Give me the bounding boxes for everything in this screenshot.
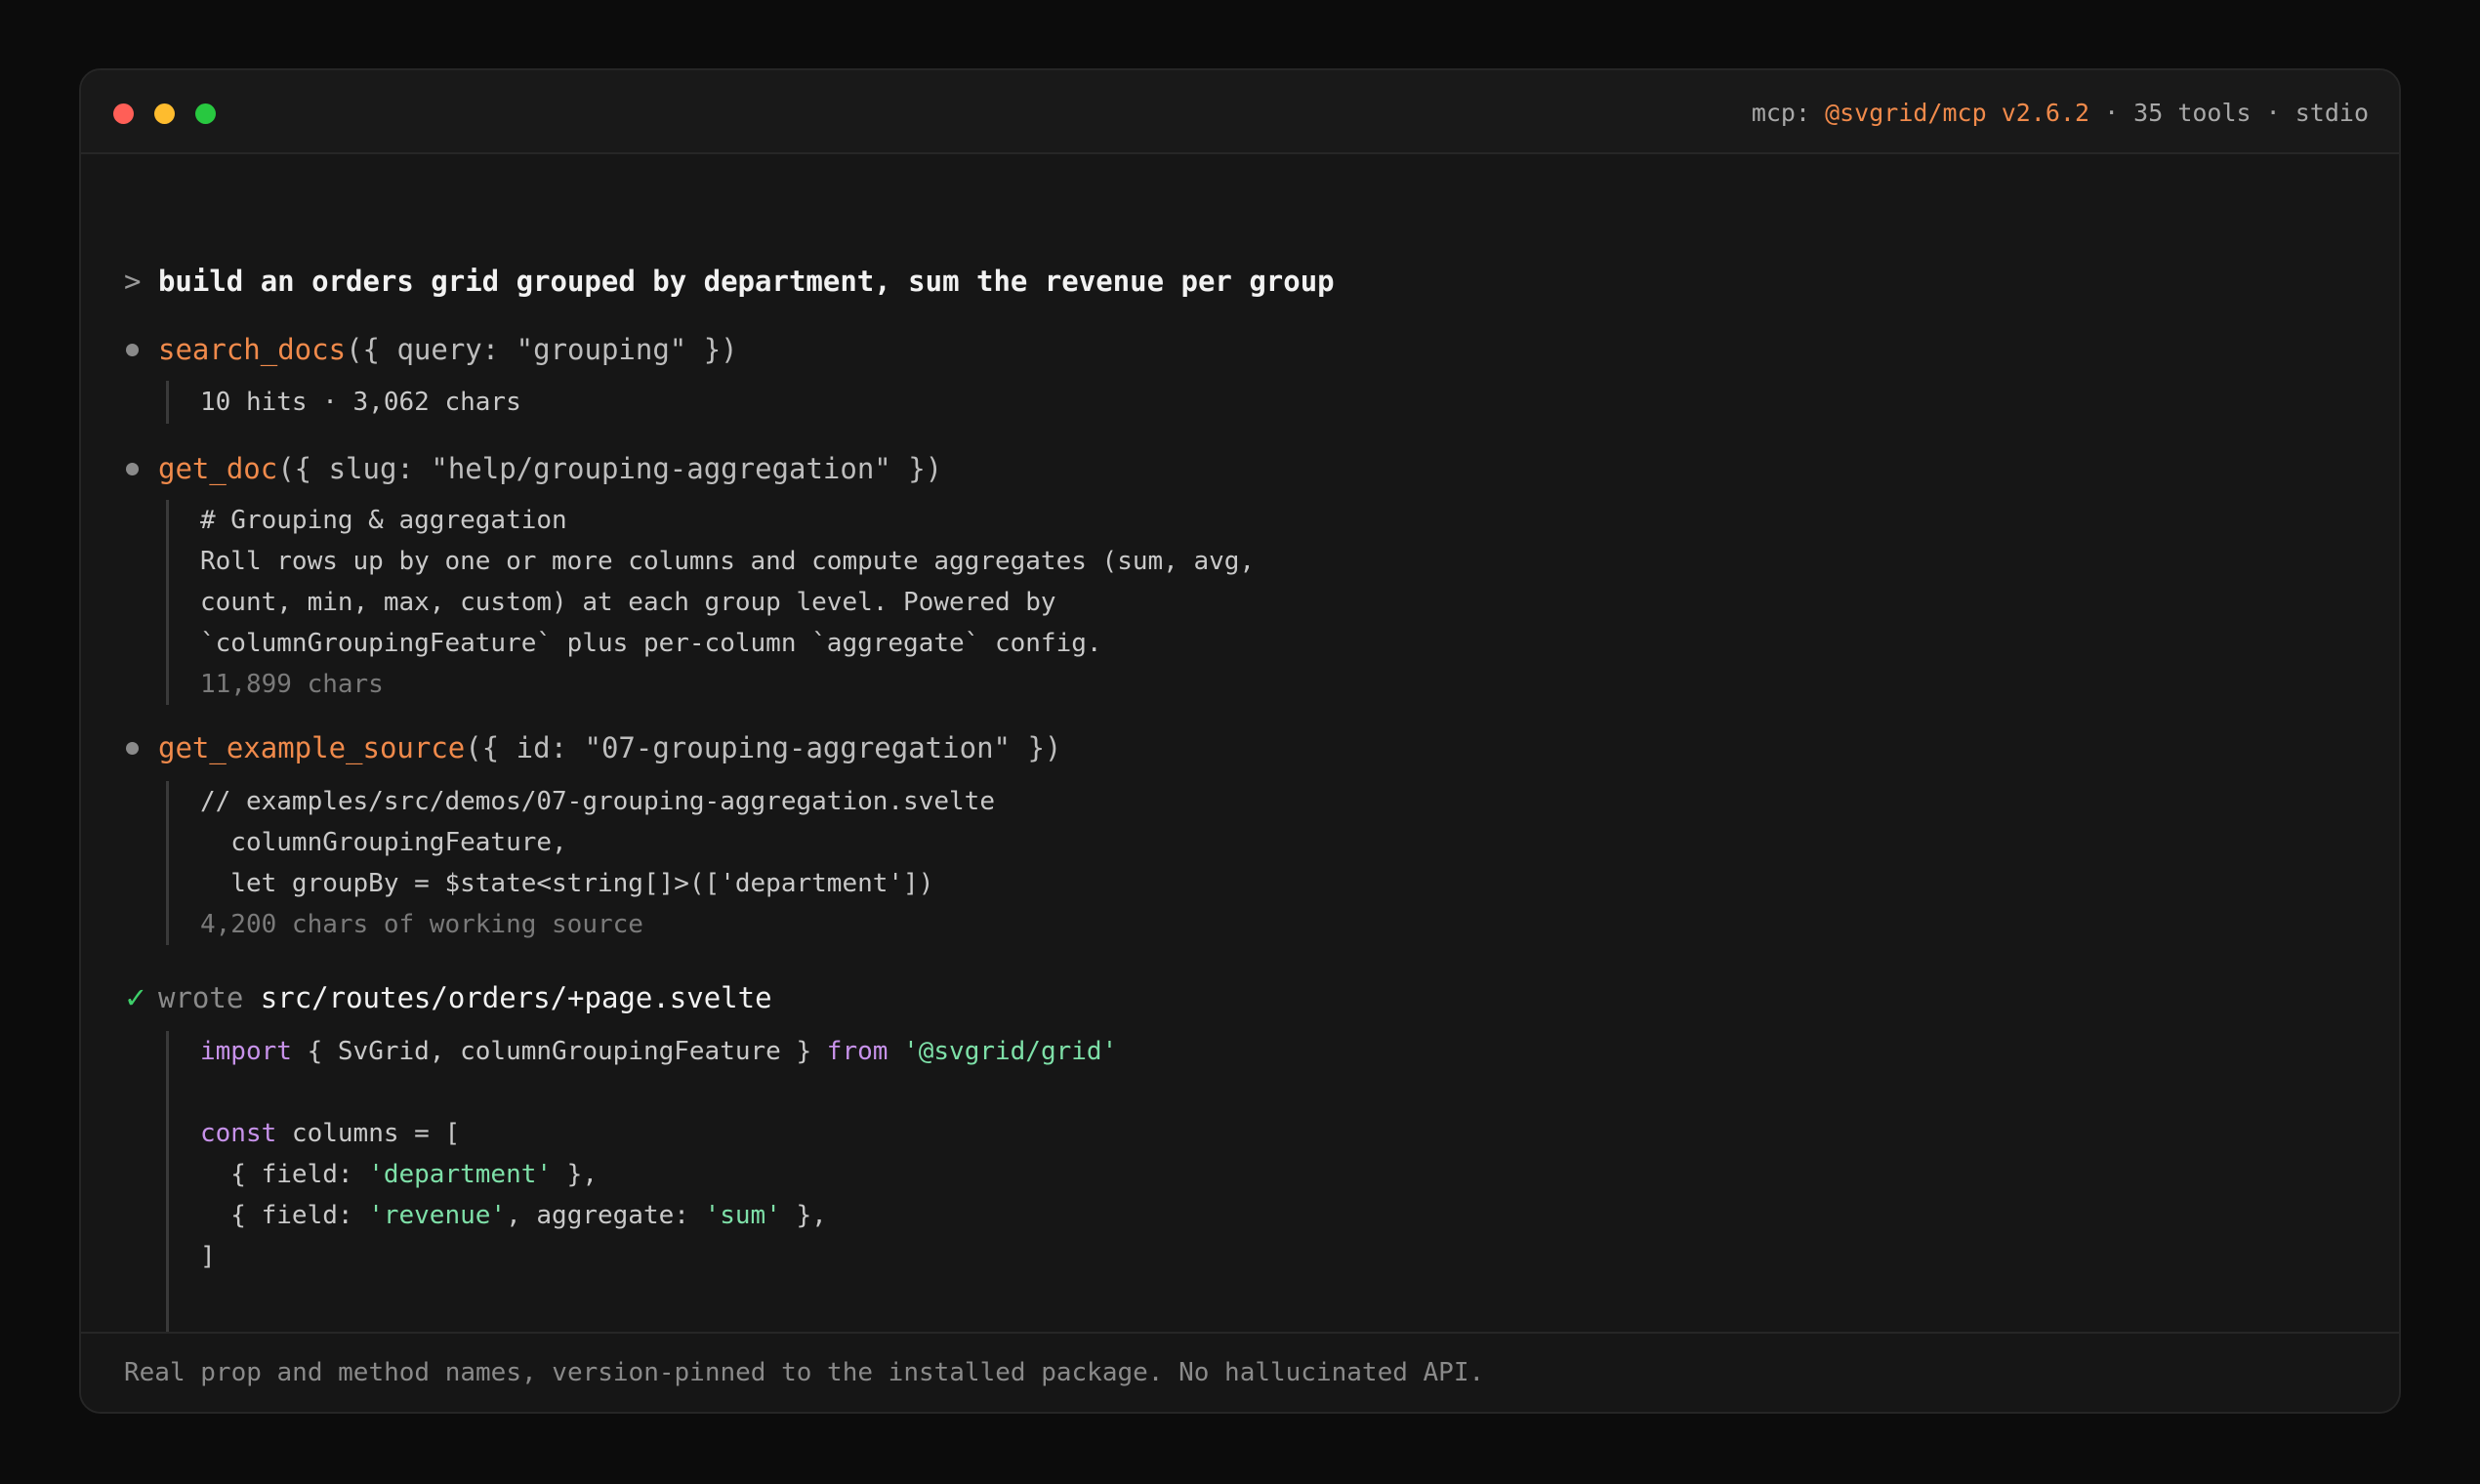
tool-call-search-docs: search_docs({ query: "grouping" }) <box>158 330 738 369</box>
wrote-label: wrote <box>158 981 244 1014</box>
result-line: `columnGroupingFeature` plus per-column … <box>200 629 1102 658</box>
code-line: const columns = [ <box>200 1113 1117 1154</box>
code-text: { field: <box>200 1160 369 1189</box>
tool-result: 10 hits · 3,062 chars <box>166 381 521 424</box>
mcp-status: mcp: @svgrid/mcp v2.6.2 · 35 tools · std… <box>1752 96 2369 131</box>
result-line: # Grouping & aggregation <box>200 506 567 535</box>
step-bullet-icon <box>126 463 139 475</box>
check-icon: ✓ <box>124 981 148 1014</box>
keyword: const <box>200 1119 277 1148</box>
code-line: import { SvGrid, columnGroupingFeature }… <box>200 1031 1117 1072</box>
prompt-text: build an orders grid grouped by departme… <box>157 265 1335 298</box>
prompt-caret: > <box>124 265 142 298</box>
tool-args: ({ query: "grouping" }) <box>346 333 738 366</box>
result-line: count, min, max, custom) at each group l… <box>200 588 1056 617</box>
result-line: // examples/src/demos/07-grouping-aggreg… <box>200 787 995 816</box>
package-version: @svgrid/mcp v2.6.2 <box>1825 99 2090 127</box>
title-bar: mcp: @svgrid/mcp v2.6.2 · 35 tools · std… <box>81 70 2399 154</box>
code-text: { SvGrid, columnGroupingFeature } <box>291 1037 827 1066</box>
result-line: 10 hits · 3,062 chars <box>200 388 521 417</box>
code-line: ] <box>200 1242 216 1271</box>
string-literal: 'department' <box>368 1160 553 1189</box>
close-window-button[interactable] <box>113 103 134 124</box>
tool-call-get-example-source: get_example_source({ id: "07-grouping-ag… <box>158 728 1061 767</box>
wrote-file: wrote src/routes/orders/+page.svelte <box>158 978 772 1017</box>
step-bullet-icon <box>126 344 139 356</box>
status-suffix: · 35 tools · stdio <box>2089 99 2369 127</box>
tool-result: # Grouping & aggregation Roll rows up by… <box>166 500 1255 705</box>
code-text: columns = [ <box>276 1119 461 1148</box>
string-literal: 'sum' <box>704 1201 781 1230</box>
result-line: columnGroupingFeature, <box>200 828 567 857</box>
result-meta: 11,899 chars <box>200 670 384 699</box>
result-line: let groupBy = $state<string[]>(['departm… <box>200 869 934 898</box>
file-path: src/routes/orders/+page.svelte <box>260 981 772 1014</box>
tool-result: // examples/src/demos/07-grouping-aggreg… <box>166 781 995 945</box>
tool-name: get_example_source <box>158 731 466 764</box>
code-text: }, <box>780 1201 827 1230</box>
zoom-window-button[interactable] <box>195 103 216 124</box>
minimize-window-button[interactable] <box>154 103 175 124</box>
tool-name: search_docs <box>158 333 347 366</box>
code-text: { field: <box>200 1201 369 1230</box>
footer: Real prop and method names, version-pinn… <box>81 1332 2399 1412</box>
string-literal: 'revenue' <box>368 1201 507 1230</box>
step-bullet-icon <box>126 742 139 755</box>
code-block: import { SvGrid, columnGroupingFeature }… <box>166 1031 1117 1359</box>
code-line: { field: 'revenue', aggregate: 'sum' }, <box>200 1195 1117 1236</box>
user-prompt: > build an orders grid grouped by depart… <box>124 262 1335 301</box>
code-text: , aggregate: <box>506 1201 705 1230</box>
tool-args: ({ id: "07-grouping-aggregation" }) <box>465 731 1062 764</box>
status-prefix: mcp: <box>1751 99 1826 127</box>
keyword: import <box>200 1037 292 1066</box>
string-literal: '@svgrid/grid' <box>903 1037 1118 1066</box>
footer-text: Real prop and method names, version-pinn… <box>124 1358 1485 1387</box>
tool-name: get_doc <box>158 452 278 485</box>
tool-args: ({ slug: "help/grouping-aggregation" }) <box>277 452 943 485</box>
code-line: { field: 'department' }, <box>200 1154 1117 1195</box>
result-line: Roll rows up by one or more columns and … <box>200 547 1256 576</box>
result-meta: 4,200 chars of working source <box>200 910 643 939</box>
code-text: }, <box>552 1160 598 1189</box>
terminal-window: mcp: @svgrid/mcp v2.6.2 · 35 tools · std… <box>79 68 2401 1414</box>
tool-call-get-doc: get_doc({ slug: "help/grouping-aggregati… <box>158 449 942 488</box>
keyword: from <box>826 1037 889 1066</box>
